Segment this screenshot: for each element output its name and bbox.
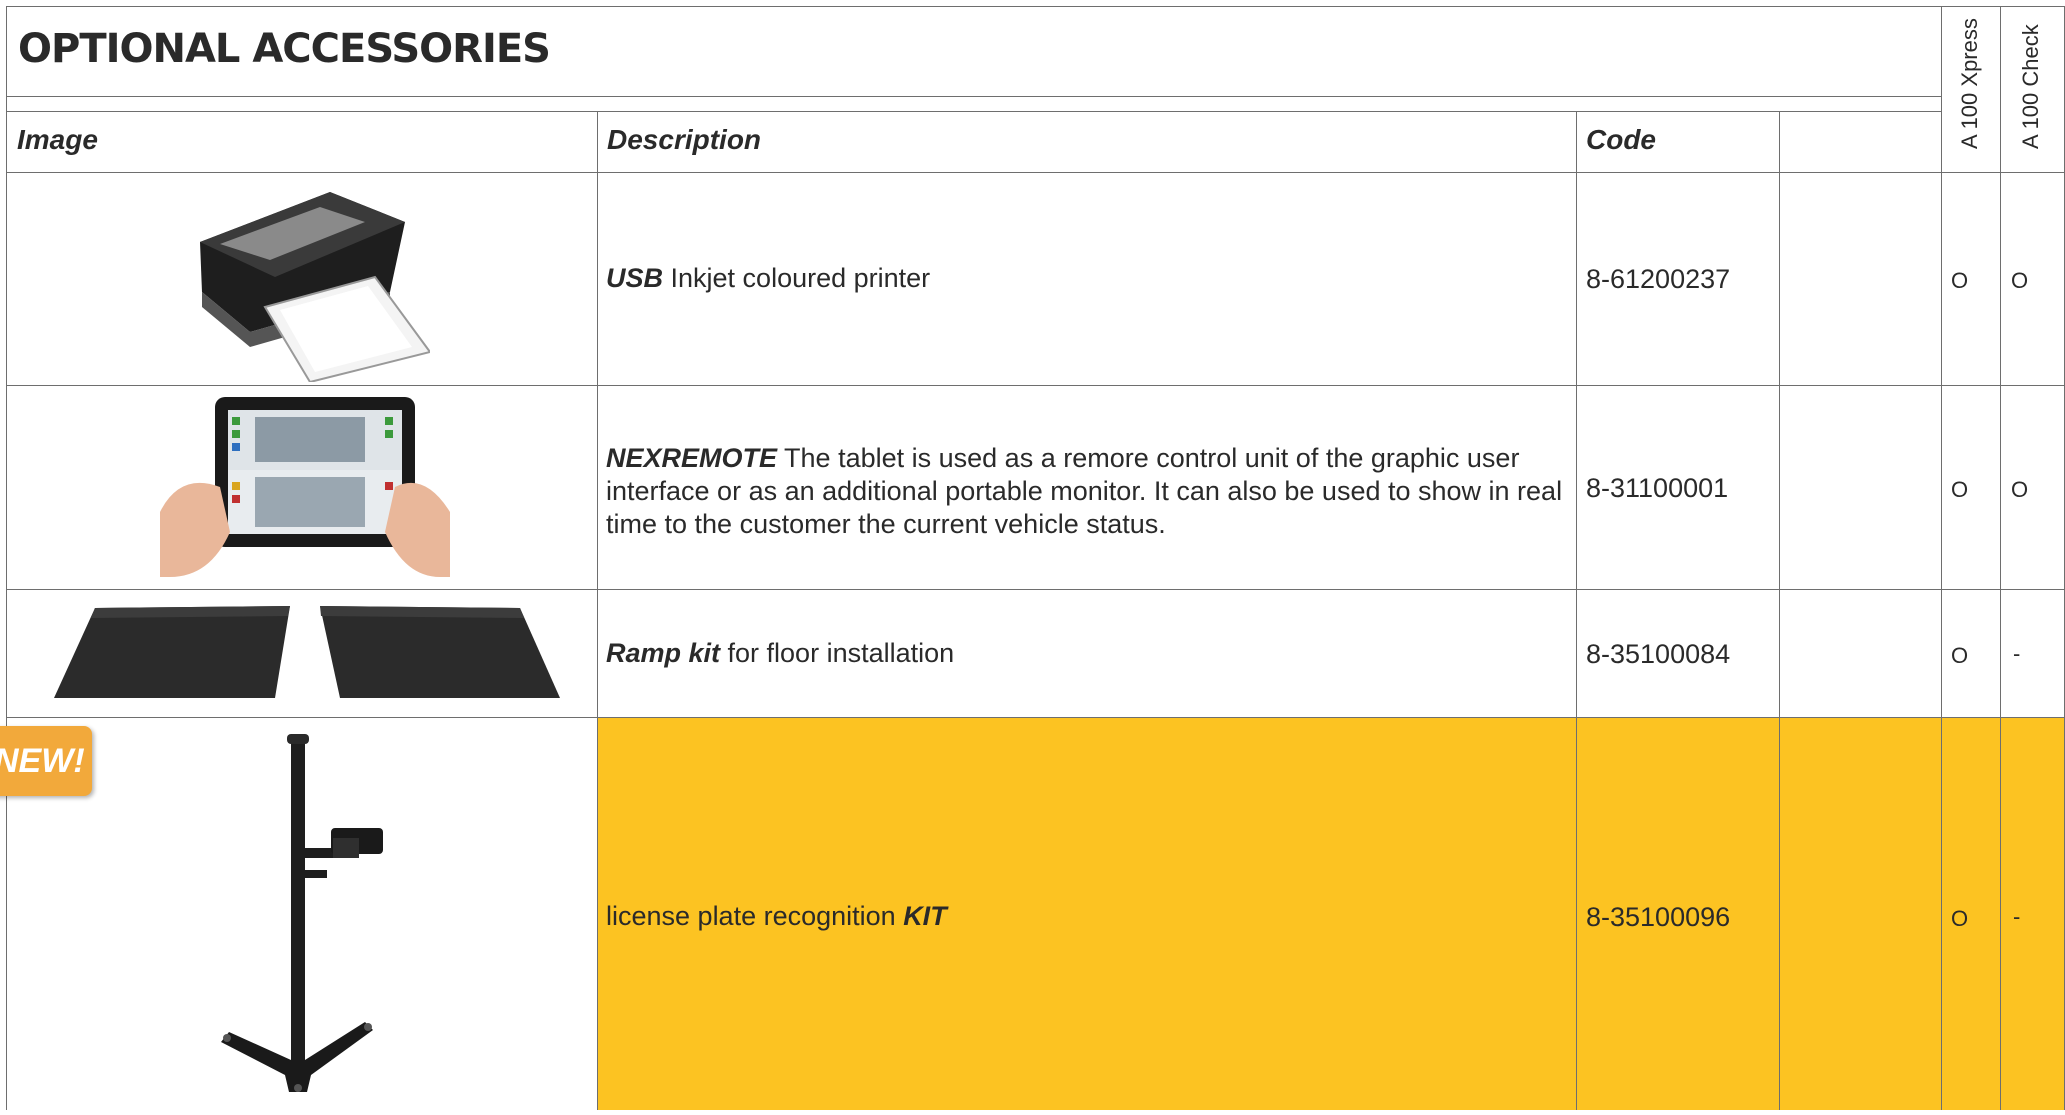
row-2-model-2-mark: O [2011,477,2029,502]
header-code: Code [1586,124,1656,155]
row-divider [6,717,2065,718]
header-description: Description [607,124,762,155]
row-2-description: NEXREMOTE The tablet is used as a remore… [606,443,1563,539]
header-model-2: A 100 Check [2018,24,2043,149]
row-1-description: USB Inkjet coloured printer [606,263,931,293]
printer-image [190,182,432,387]
tablet-image [160,392,450,587]
header-model-1: A 100 Xpress [1957,18,1982,149]
title-divider-2 [6,111,1942,112]
header-image: Image [17,124,98,155]
row-3-model-1-mark: O [1951,643,1969,668]
row-4-description: license plate recognition KIT [606,901,947,931]
new-badge: NEW! [0,726,92,796]
row-3-model-2-mark: - [2013,641,2021,666]
row-3-description: Ramp kit for floor installation [606,638,955,668]
column-divider [1576,111,1577,1110]
column-divider [1941,6,1942,1110]
column-divider [1779,111,1780,1110]
row-4-model-2-mark: - [2013,904,2021,929]
plate-recognition-stand-image [215,730,385,1115]
row-4-model-1-mark: O [1951,906,1969,931]
row-1-model-1-mark: O [1951,268,1969,293]
column-divider [597,111,598,1110]
row-divider [6,589,2065,590]
table-border-left [6,6,7,1110]
header-divider [6,172,2065,173]
row-1-code: 8-61200237 [1586,264,1731,294]
row-2-model-1-mark: O [1951,477,1969,502]
table-border-top [6,6,2065,7]
row-1-model-2-mark: O [2011,268,2029,293]
row-3-code: 8-35100084 [1586,639,1731,669]
row-2-code: 8-31100001 [1586,473,1729,503]
page-title: OPTIONAL ACCESSORIES [18,26,551,72]
row-4-code: 8-35100096 [1586,902,1731,932]
column-divider [2000,6,2001,1110]
ramp-kit-image [50,600,560,710]
title-divider [6,96,1942,97]
